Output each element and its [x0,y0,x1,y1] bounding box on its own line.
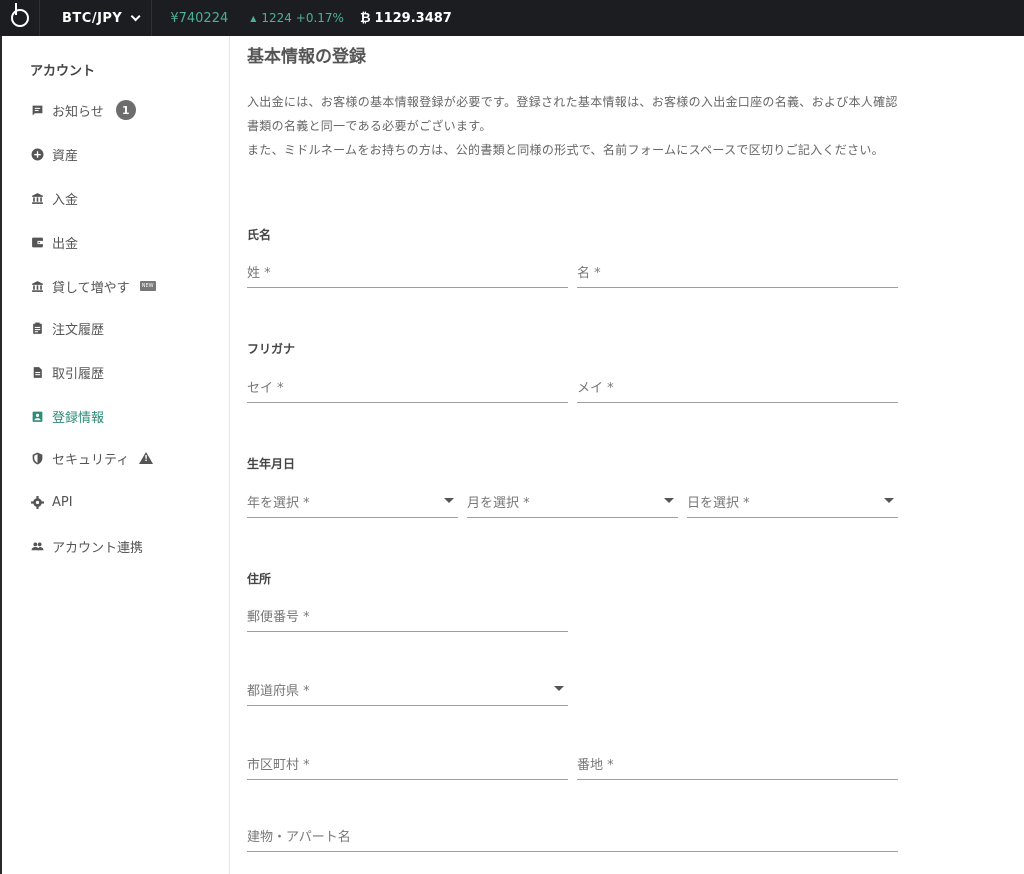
building-input[interactable]: 建物・アパート名 [247,822,898,852]
pair-selector[interactable]: BTC/JPY [40,0,153,36]
field-label: 日を選択 * [687,496,750,511]
city-input[interactable]: 市区町村 * [247,750,568,780]
sidebar-item-trade-history[interactable]: 取引履歴 [30,360,104,384]
sidebar-item-label: 注文履歴 [52,322,105,338]
sidebar-item-order-history[interactable]: 注文履歴 [30,316,104,340]
sidebar-item-assets[interactable]: 資産 [30,142,78,166]
people-icon [30,539,44,553]
birth-year-select[interactable]: 年を選択 * [247,488,458,518]
section-label-birthdate: 生年月日 [247,457,296,471]
page-title: 基本情報の登録 [247,47,366,67]
sidebar-item-label: 貸して増やす [52,280,130,296]
logo[interactable] [0,0,40,36]
page-description: 入出金には、お客様の基本情報登録が必要です。登録された基本情報は、お客様の入出金… [247,90,899,162]
field-label: 市区町村 * [247,758,310,773]
field-label: 月を選択 * [467,496,530,511]
plus-circle-icon [30,147,44,161]
sidebar-item-deposit[interactable]: 入金 [30,186,78,210]
description-text: 入出金には、お客様の基本情報登録が必要です。登録された基本情報は、お客様の入出金… [247,95,898,157]
bank-icon [30,191,44,205]
sidebar-item-profile[interactable]: 登録情報 [30,404,104,428]
prefecture-select[interactable]: 都道府県 * [247,676,568,706]
field-label: 名 * [577,266,601,281]
street-input[interactable]: 番地 * [577,750,898,780]
sidebar-item-security[interactable]: セキュリティ [30,446,154,470]
notification-badge: 1 [115,100,136,120]
section-label-kana: フリガナ [247,342,296,356]
sidebar: アカウント お知らせ 1 資産 入金 出金 貸して増やす NEW 注文履歴 取引… [0,36,230,874]
id-badge-icon [30,409,44,423]
price-change: ▲ 1224 +0.17% [250,11,344,25]
price-change-value: 1224 +0.17% [261,11,344,25]
field-label: 年を選択 * [247,496,310,511]
birth-day-select[interactable]: 日を選択 * [687,488,898,518]
sidebar-item-label: アカウント連携 [52,540,144,556]
shield-icon [30,451,44,465]
field-label: 姓 * [247,266,271,281]
first-name-kana-input[interactable]: メイ * [577,373,898,403]
sidebar-item-label: 登録情報 [52,410,105,426]
sidebar-item-label: お知らせ [52,104,104,120]
last-price: ¥740224 [170,10,229,26]
sidebar-item-label: 出金 [52,236,79,252]
field-label: 都道府県 * [247,684,310,699]
clipboard-icon [30,321,44,335]
last-name-input[interactable]: 姓 * [247,258,568,288]
arrow-up-icon: ▲ [250,13,257,23]
field-label: 郵便番号 * [247,610,310,625]
new-tag: NEW [139,281,156,291]
sidebar-item-label: 取引履歴 [52,366,105,382]
pair-label: BTC/JPY [62,10,123,26]
btc-balance-value: 1129.3487 [374,10,452,26]
birth-month-select[interactable]: 月を選択 * [467,488,678,518]
gear-icon [30,495,44,509]
sidebar-item-notifications[interactable]: お知らせ 1 [30,98,136,122]
chevron-down-icon [131,10,141,21]
section-label-name: 氏名 [247,228,272,242]
dropdown-arrow-icon [664,498,674,503]
bank-icon [30,279,44,293]
sidebar-item-label: 入金 [52,192,79,208]
dropdown-arrow-icon [554,686,564,691]
bitcoin-icon: ₿ [359,11,371,26]
wallet-icon [30,235,44,249]
sidebar-item-lending[interactable]: 貸して増やす NEW [30,274,156,298]
top-bar: BTC/JPY ¥740224 ▲ 1224 +0.17% ₿ 1129.348… [0,0,1024,36]
field-label: セイ * [247,381,284,396]
last-name-kana-input[interactable]: セイ * [247,373,568,403]
section-label-address: 住所 [247,572,272,586]
sidebar-item-api[interactable]: API [30,490,73,514]
sidebar-item-withdraw[interactable]: 出金 [30,230,78,254]
dropdown-arrow-icon [884,498,894,503]
sidebar-item-label: 資産 [52,148,79,164]
dropdown-arrow-icon [444,498,454,503]
field-label: メイ * [577,381,614,396]
field-label: 番地 * [577,758,614,773]
sidebar-title: アカウント [30,64,96,79]
postal-code-input[interactable]: 郵便番号 * [247,602,568,632]
btc-balance: ₿ 1129.3487 [359,10,452,27]
first-name-input[interactable]: 名 * [577,258,898,288]
message-icon [30,103,44,117]
sidebar-item-label: API [52,494,73,510]
sidebar-item-account-link[interactable]: アカウント連携 [30,534,143,558]
field-label: 建物・アパート名 [247,830,351,845]
document-icon [30,365,44,379]
bitbank-logo-icon [10,3,29,27]
sidebar-item-label: セキュリティ [52,452,130,468]
warning-icon [139,452,154,464]
